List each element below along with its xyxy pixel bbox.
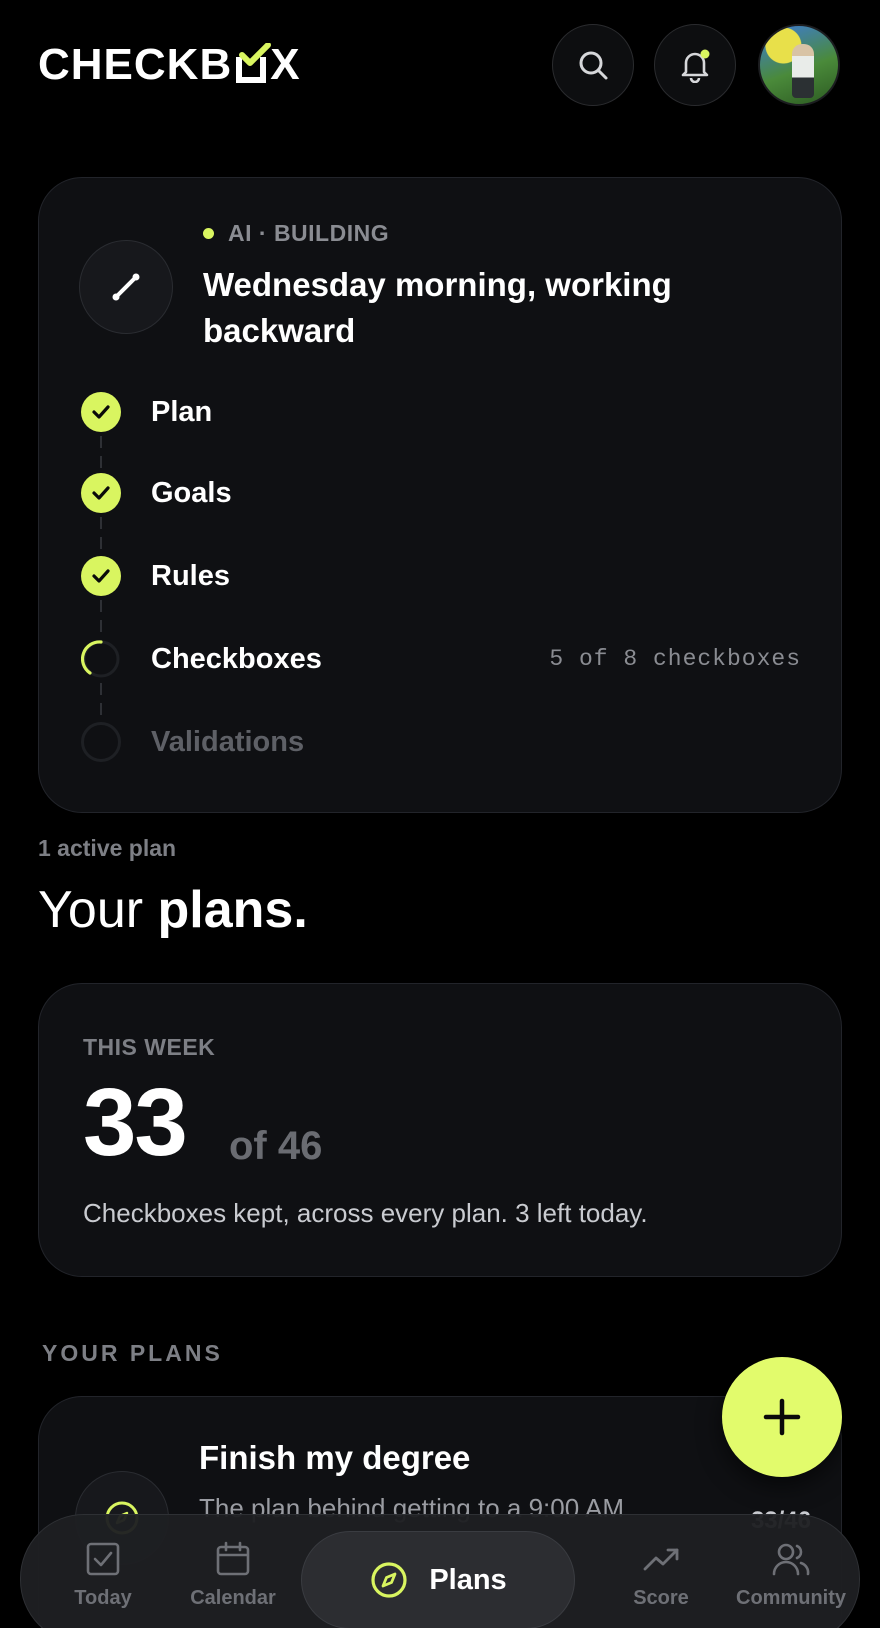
nav-label: Score xyxy=(633,1587,689,1609)
step-rules: Rules xyxy=(81,554,801,598)
check-icon xyxy=(81,473,121,513)
calendar-icon xyxy=(216,1541,250,1576)
users-icon xyxy=(772,1543,810,1576)
plus-icon xyxy=(763,1398,801,1436)
week-description: Checkboxes kept, across every plan. 3 le… xyxy=(83,1198,648,1228)
ai-status: AI · BUILDING xyxy=(203,220,389,247)
this-week-card[interactable]: THIS WEEK 33 of 46 Checkboxes kept, acro… xyxy=(38,983,842,1277)
logo-text-left: CHECKB xyxy=(38,40,233,89)
nav-label: Plans xyxy=(429,1563,507,1596)
wand-icon xyxy=(79,240,173,334)
nav-score[interactable]: Score xyxy=(601,1541,721,1610)
nav-calendar[interactable]: Calendar xyxy=(173,1541,293,1610)
ai-status-label: AI · BUILDING xyxy=(228,220,390,246)
title-bold: plans. xyxy=(157,881,308,939)
add-plan-button[interactable] xyxy=(722,1357,842,1477)
pending-circle-icon xyxy=(81,722,121,762)
total-count: of 46 xyxy=(229,1124,323,1168)
step-label: Goals xyxy=(151,476,232,509)
compass-icon xyxy=(371,1562,407,1598)
week-label: THIS WEEK xyxy=(83,1034,216,1060)
check-icon xyxy=(81,392,121,432)
app-header: CHECKB X xyxy=(0,0,880,140)
logo-check-box xyxy=(234,43,272,83)
step-connector xyxy=(100,436,102,468)
step-connector xyxy=(100,683,102,715)
section-label: YOUR PLANS xyxy=(42,1340,223,1366)
bell-icon xyxy=(681,49,710,83)
step-label: Checkboxes xyxy=(151,642,322,675)
step-label: Rules xyxy=(151,559,230,592)
nav-label: Community xyxy=(736,1587,846,1609)
step-connector xyxy=(100,600,102,632)
progress-ring-icon xyxy=(81,639,121,679)
today-icon xyxy=(86,1542,120,1576)
nav-plans[interactable]: Plans xyxy=(301,1531,575,1628)
search-button[interactable] xyxy=(552,24,634,106)
nav-label: Today xyxy=(74,1587,132,1609)
active-plan-count: 1 active plan xyxy=(38,835,177,861)
search-icon xyxy=(579,51,608,80)
step-plan: Plan xyxy=(81,390,801,434)
page-title: Your plans. xyxy=(38,880,308,940)
step-label: Validations xyxy=(151,725,305,758)
step-checkboxes: Checkboxes 5 of 8 checkboxes xyxy=(81,637,801,681)
check-icon xyxy=(81,556,121,596)
ai-building-card[interactable]: AI · BUILDING Wednesday morning, working… xyxy=(38,177,842,813)
title-light: Your xyxy=(38,881,144,939)
notifications-button[interactable] xyxy=(654,24,736,106)
trending-up-icon xyxy=(643,1548,679,1571)
kept-count: 33 xyxy=(83,1069,188,1176)
step-progress-meta: 5 of 8 checkboxes xyxy=(549,646,801,672)
nav-today[interactable]: Today xyxy=(43,1541,163,1610)
logo-text-right: X xyxy=(270,40,301,89)
step-validations: Validations xyxy=(81,720,801,764)
user-avatar[interactable] xyxy=(758,24,840,106)
nav-label: Calendar xyxy=(190,1587,276,1609)
status-dot xyxy=(203,228,214,239)
step-label: Plan xyxy=(151,395,213,428)
step-connector xyxy=(100,517,102,549)
checkbox-logo[interactable]: CHECKB X xyxy=(38,40,301,90)
plan-title: Finish my degree xyxy=(199,1439,471,1476)
ai-card-title: Wednesday morning, working backward xyxy=(203,266,672,349)
bottom-nav: Today Calendar Plans Score Community xyxy=(20,1514,860,1628)
step-goals: Goals xyxy=(81,471,801,515)
nav-community[interactable]: Community xyxy=(721,1541,861,1610)
